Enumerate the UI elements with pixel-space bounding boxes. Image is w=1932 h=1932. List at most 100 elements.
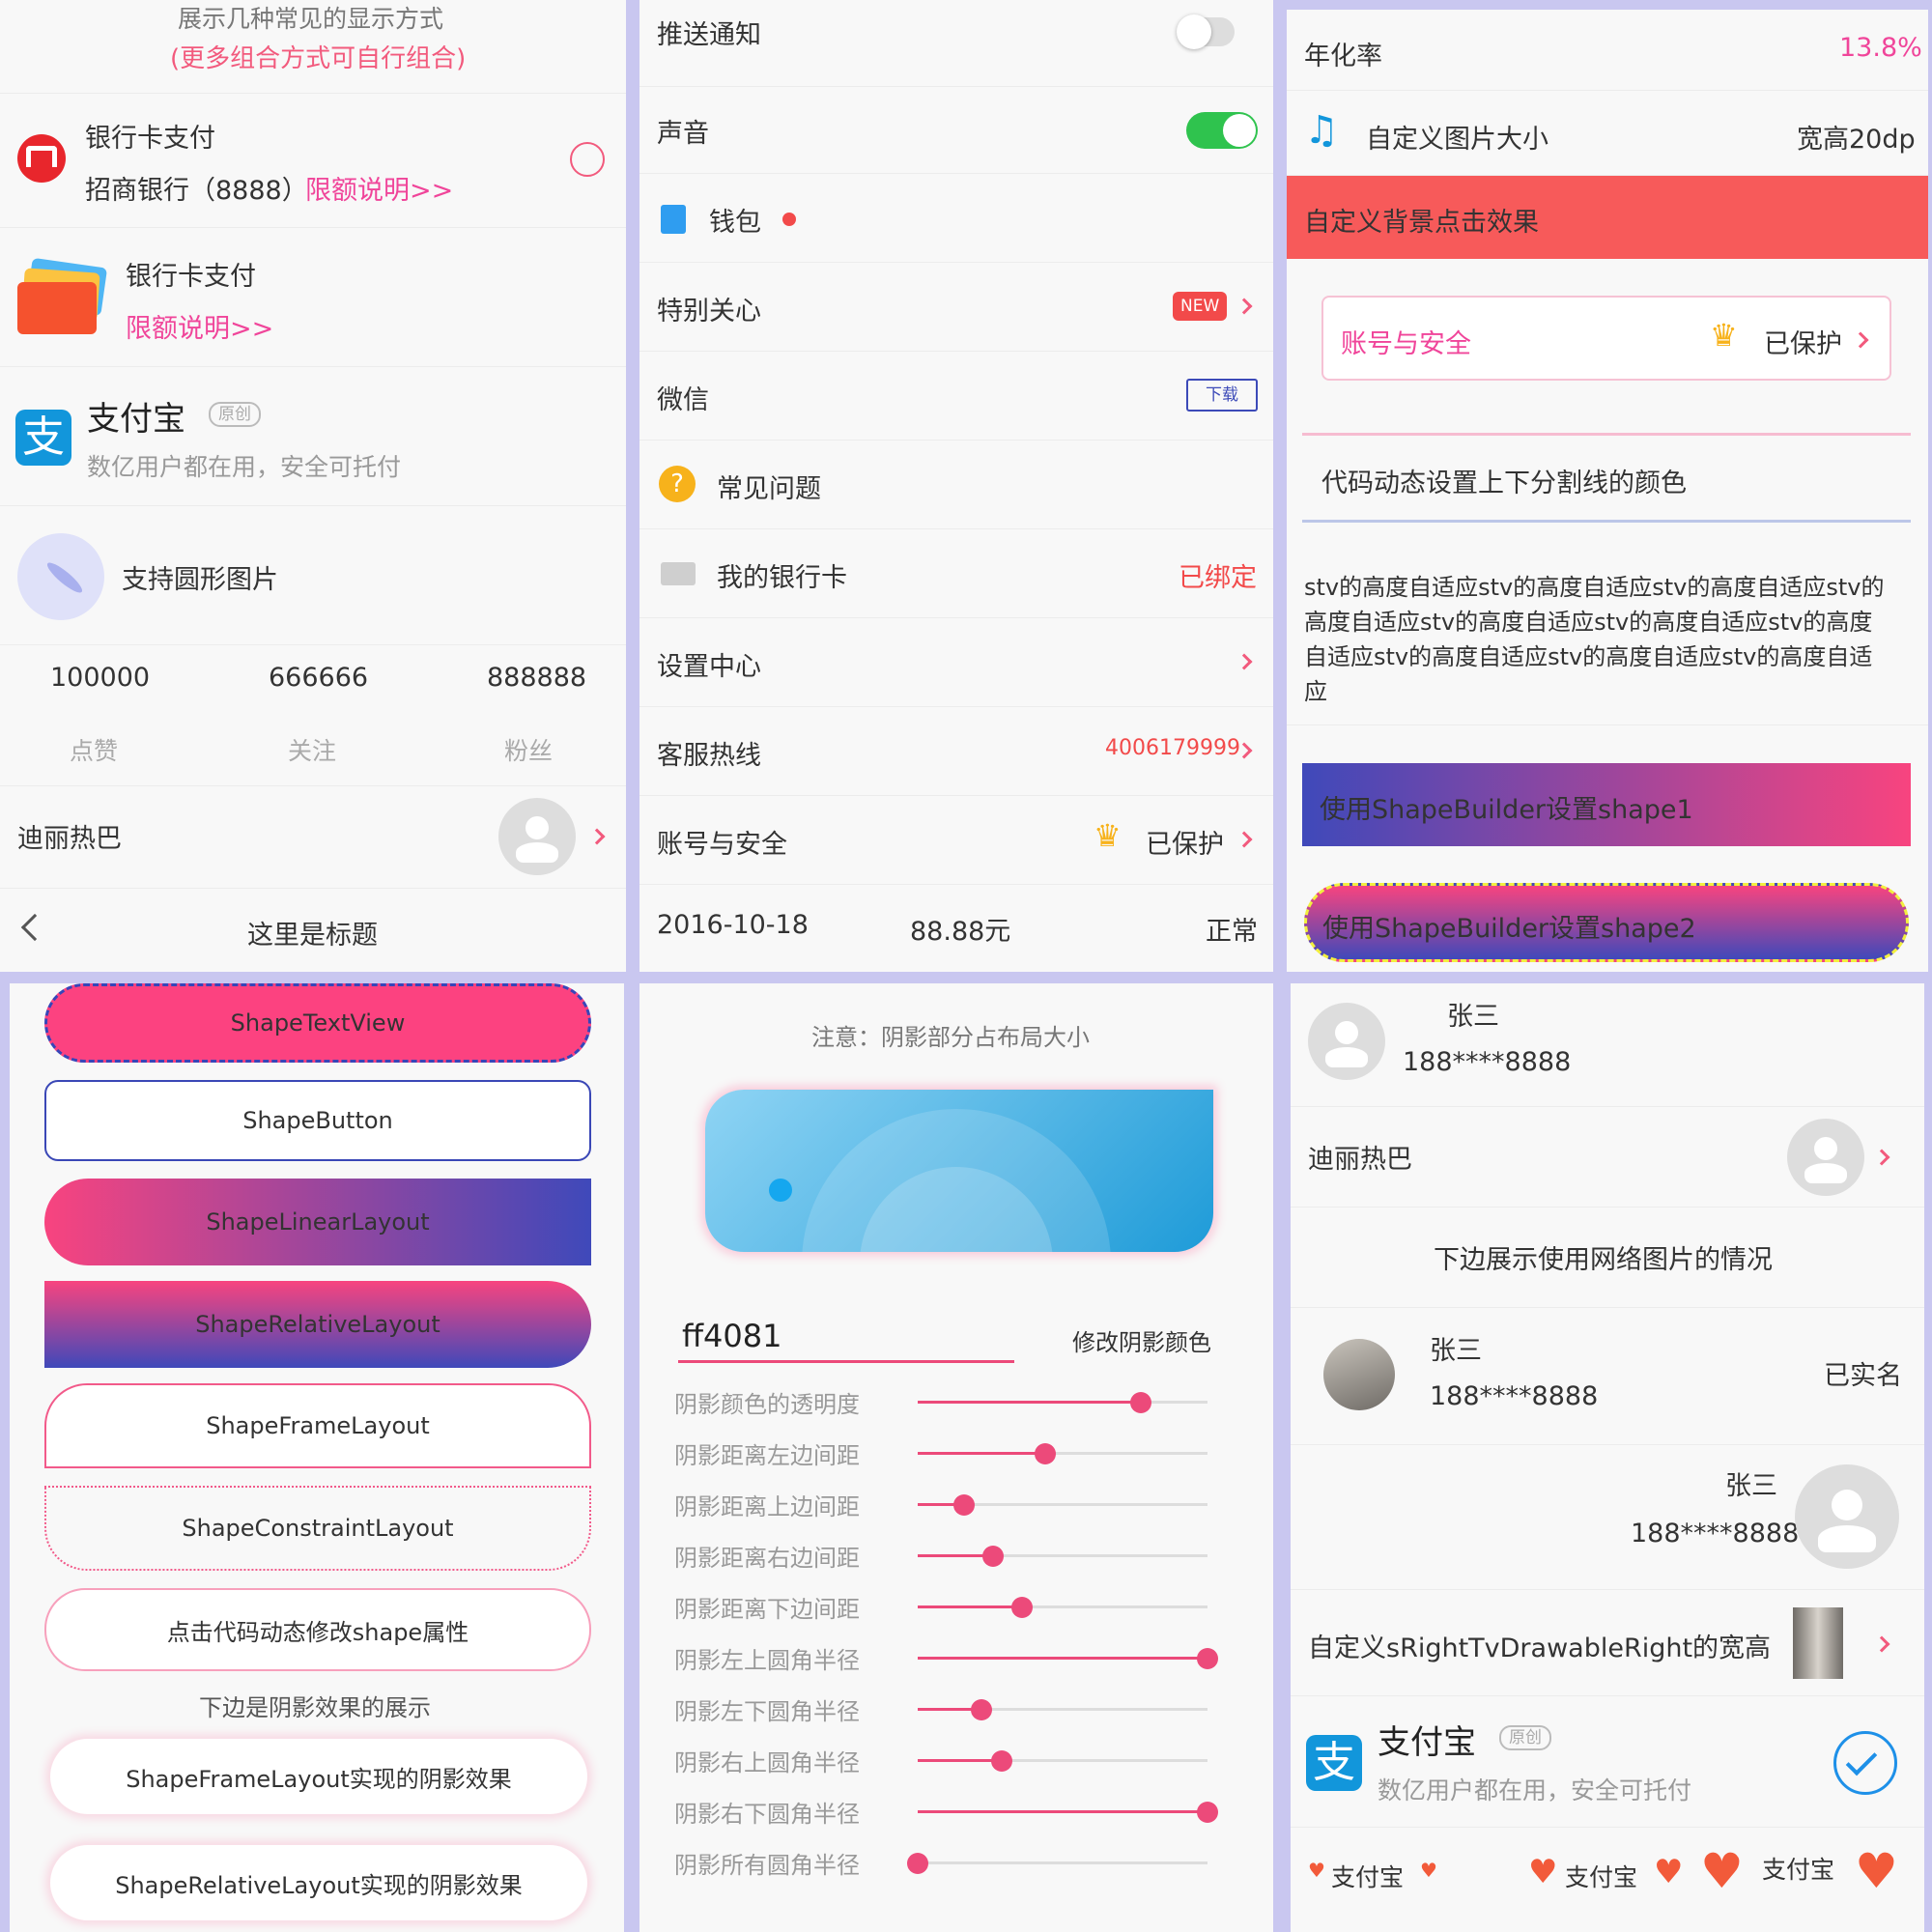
- user-row-1[interactable]: 张三 188****8888: [1291, 983, 1924, 1107]
- bg-click-row[interactable]: 自定义背景点击效果: [1287, 176, 1928, 259]
- slider-thumb[interactable]: [907, 1853, 928, 1874]
- slider-track[interactable]: [918, 1750, 1208, 1772]
- slider-thumb[interactable]: [1011, 1597, 1033, 1618]
- account-row[interactable]: 账号与安全 ♛ 已保护: [639, 796, 1273, 885]
- slider-track[interactable]: [918, 1443, 1208, 1464]
- divider-label: 代码动态设置上下分割线的颜色: [1321, 469, 1687, 498]
- avatar: [1323, 1339, 1395, 1410]
- chevron-right-icon: [1852, 331, 1869, 349]
- rate-row: 年化率 13.8%: [1287, 10, 1928, 91]
- shape1-button[interactable]: 使用ShapeBuilder设置shape1: [1302, 763, 1911, 846]
- hotline-row[interactable]: 客服热线 4006179999: [639, 707, 1273, 796]
- special-row[interactable]: 特别关心 NEW: [639, 263, 1273, 352]
- change-shadow-color-button[interactable]: 修改阴影颜色: [1072, 1323, 1211, 1357]
- slider-thumb[interactable]: [1130, 1392, 1151, 1413]
- user-row-4[interactable]: 张三 188****8888: [1291, 1445, 1924, 1590]
- sound-row[interactable]: 声音: [639, 87, 1273, 174]
- push-row[interactable]: 推送通知: [639, 0, 1273, 87]
- top-divider: [1302, 433, 1911, 436]
- slider-fill: [918, 1452, 1045, 1455]
- hotline-number[interactable]: 4006179999: [1105, 736, 1240, 760]
- custom-drawable-row[interactable]: 自定义sRightTvDrawableRight的宽高: [1291, 1590, 1924, 1696]
- sound-toggle[interactable]: [1186, 112, 1258, 149]
- user-row[interactable]: 迪丽热巴: [0, 786, 626, 889]
- slider-track[interactable]: [918, 1699, 1208, 1720]
- wallet-row[interactable]: 钱包: [639, 174, 1273, 263]
- slider-label: 阴影左下圆角半径: [674, 1698, 860, 1725]
- faq-row[interactable]: ? 常见问题: [639, 440, 1273, 529]
- slider-track[interactable]: [918, 1494, 1208, 1516]
- panel-shape-widgets: ShapeTextView ShapeButton ShapeLinearLay…: [10, 983, 624, 1932]
- shadow-frame-layout[interactable]: ShapeFrameLayout实现的阴影效果: [50, 1739, 587, 1814]
- bank-card-row-2[interactable]: 银行卡支付 限额说明>>: [0, 228, 626, 367]
- slider-thumb[interactable]: [1197, 1648, 1218, 1669]
- red-dot: [782, 213, 796, 226]
- heart-icon: ♥: [1855, 1843, 1898, 1899]
- shape-linear-layout[interactable]: ShapeLinearLayout: [44, 1179, 591, 1265]
- circle-image-row[interactable]: 支持圆形图片: [0, 506, 626, 645]
- drawable-image: [1793, 1607, 1843, 1679]
- limit-link-2[interactable]: 限额说明>>: [126, 307, 273, 345]
- wechat-row[interactable]: 微信 下载: [639, 352, 1273, 440]
- select-radio[interactable]: [570, 142, 605, 177]
- slider-thumb[interactable]: [971, 1699, 992, 1720]
- circle-image-label: 支持圆形图片: [122, 565, 278, 595]
- shape-textview[interactable]: ShapeTextView: [44, 983, 591, 1063]
- panel-settings-list: 推送通知 声音 钱包 特别关心 NEW 微信 下载 ? 常见问题 我的银行卡 已…: [639, 0, 1273, 972]
- push-toggle[interactable]: [1177, 14, 1235, 49]
- bankcard-row[interactable]: 我的银行卡 已绑定: [639, 529, 1273, 618]
- check-circle-icon[interactable]: [1833, 1731, 1897, 1795]
- slider-thumb[interactable]: [953, 1494, 975, 1516]
- back-arrow-icon[interactable]: [20, 913, 49, 942]
- user-name: 迪丽热巴: [17, 824, 122, 854]
- likes-count: 100000: [50, 663, 151, 693]
- push-label: 推送通知: [657, 20, 761, 50]
- verified-status: 已实名: [1824, 1361, 1902, 1391]
- download-button[interactable]: 下载: [1186, 379, 1258, 412]
- slider-track[interactable]: [907, 1853, 1208, 1874]
- user-4-phone: 188****8888: [1631, 1519, 1800, 1548]
- shape-button[interactable]: ShapeButton: [44, 1080, 591, 1161]
- shape-frame-layout[interactable]: ShapeFrameLayout: [44, 1383, 591, 1468]
- bankcard-label: 我的银行卡: [717, 563, 847, 593]
- shadow-relative-layout[interactable]: ShapeRelativeLayout实现的阴影效果: [50, 1845, 587, 1920]
- shape2-button[interactable]: 使用ShapeBuilder设置shape2: [1304, 883, 1909, 962]
- slider-track[interactable]: [918, 1802, 1218, 1823]
- shape-constraint-layout[interactable]: ShapeConstraintLayout: [44, 1486, 591, 1571]
- panel-display-styles: 展示几种常见的显示方式 (更多组合方式可自行组合) 银行卡支付 招商银行（888…: [0, 0, 626, 972]
- user-row-2[interactable]: 迪丽热巴: [1291, 1107, 1924, 1208]
- bank-card-title: 银行卡支付: [85, 124, 215, 154]
- slider-track[interactable]: [918, 1597, 1208, 1618]
- user-row-3[interactable]: 张三 188****8888 已实名: [1291, 1308, 1924, 1445]
- alipay-row[interactable]: 支 支付宝 原创 数亿用户都在用，安全可托付: [0, 367, 626, 506]
- user-3-name: 张三: [1430, 1336, 1482, 1366]
- shadow-caption: 下边是阴影效果的展示: [199, 1694, 431, 1721]
- record-date: 2016-10-18: [657, 910, 809, 940]
- panel-user-list: 张三 188****8888 迪丽热巴 下边展示使用网络图片的情况 张三 188…: [1291, 983, 1924, 1932]
- shadow-color-input[interactable]: ff4081: [682, 1318, 781, 1354]
- slider-track[interactable]: [918, 1648, 1218, 1669]
- settings-row[interactable]: 设置中心: [639, 618, 1273, 707]
- slider-track[interactable]: [918, 1546, 1208, 1567]
- rate-value: 13.8%: [1839, 33, 1922, 63]
- bank-name: 招商银行（8888）: [85, 176, 308, 206]
- dynamic-shape-button[interactable]: 点击代码动态修改shape属性: [44, 1588, 591, 1671]
- bank-card-title-2: 银行卡支付: [126, 262, 256, 292]
- shape-relative-layout[interactable]: ShapeRelativeLayout: [44, 1281, 591, 1368]
- slider-thumb[interactable]: [991, 1750, 1012, 1772]
- crown-icon: ♛: [1094, 817, 1122, 854]
- slider-thumb[interactable]: [982, 1546, 1004, 1567]
- wallet-icon: [661, 205, 686, 234]
- slider-thumb[interactable]: [1035, 1443, 1056, 1464]
- slider-thumb[interactable]: [1197, 1802, 1218, 1823]
- avatar: [1308, 1003, 1385, 1080]
- custom-drawable-label: 自定义sRightTvDrawableRight的宽高: [1308, 1634, 1772, 1663]
- limit-link[interactable]: 限额说明>>: [305, 169, 453, 207]
- slider-track[interactable]: [918, 1392, 1208, 1413]
- original-badge: 原创: [209, 402, 261, 427]
- account-card[interactable]: 账号与安全 ♛ 已保护: [1321, 296, 1891, 381]
- bank-card-row-1[interactable]: 银行卡支付 招商银行（8888） 限额说明>>: [0, 93, 626, 228]
- slider-label: 阴影距离上边间距: [674, 1493, 860, 1520]
- alipay-row[interactable]: 支 支付宝 原创 数亿用户都在用，安全可托付: [1291, 1696, 1924, 1828]
- heart-icon: ♥: [1420, 1859, 1437, 1882]
